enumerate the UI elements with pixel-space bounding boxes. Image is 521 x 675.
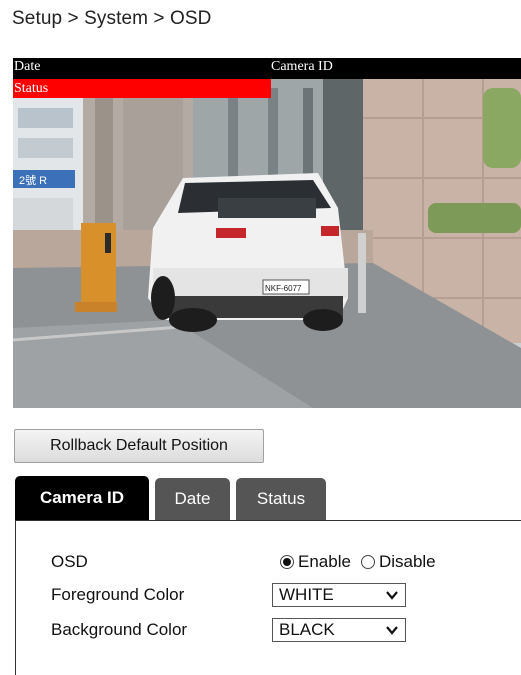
tab-divider [15,520,521,521]
osd-radio-group: Enable Disable [280,552,446,572]
building-sign: 2號 R [19,174,47,187]
enable-radio[interactable] [280,555,294,569]
chevron-down-icon [386,626,398,635]
osd-date-text: Date [14,59,41,74]
license-plate: NKF-6077 [265,284,302,293]
panel-border [15,520,16,675]
suv-car: NKF-6077 [148,173,348,332]
background-color-value: BLACK [279,620,335,639]
radio-selected-dot [283,558,291,566]
background-color-select[interactable]: BLACK [272,618,406,642]
camera-preview: 2號 R NKF-6077 Date Camera ID Status [13,58,521,408]
foreground-color-select[interactable]: WHITE [272,583,406,607]
foreground-color-label: Foreground Color [51,585,185,604]
breadcrumb: Setup > System > OSD [12,8,212,29]
background-color-label: Background Color [51,620,188,639]
enable-label[interactable]: Enable [298,552,351,572]
osd-status-bar: Status [13,79,271,98]
chevron-down-icon [386,591,398,600]
foreground-color-value: WHITE [279,585,334,604]
camera-scene-image: 2號 R NKF-6077 [13,58,521,408]
disable-label[interactable]: Disable [379,552,436,572]
osd-label: OSD [51,552,88,571]
rollback-default-position-button[interactable]: Rollback Default Position [14,429,264,463]
osd-top-bar: Date Camera ID [13,58,521,79]
tab-date[interactable]: Date [155,478,230,520]
osd-camera-id-text: Camera ID [271,59,333,74]
disable-radio[interactable] [360,555,375,569]
tab-status[interactable]: Status [236,478,326,520]
tab-camera-id[interactable]: Camera ID [15,476,149,520]
